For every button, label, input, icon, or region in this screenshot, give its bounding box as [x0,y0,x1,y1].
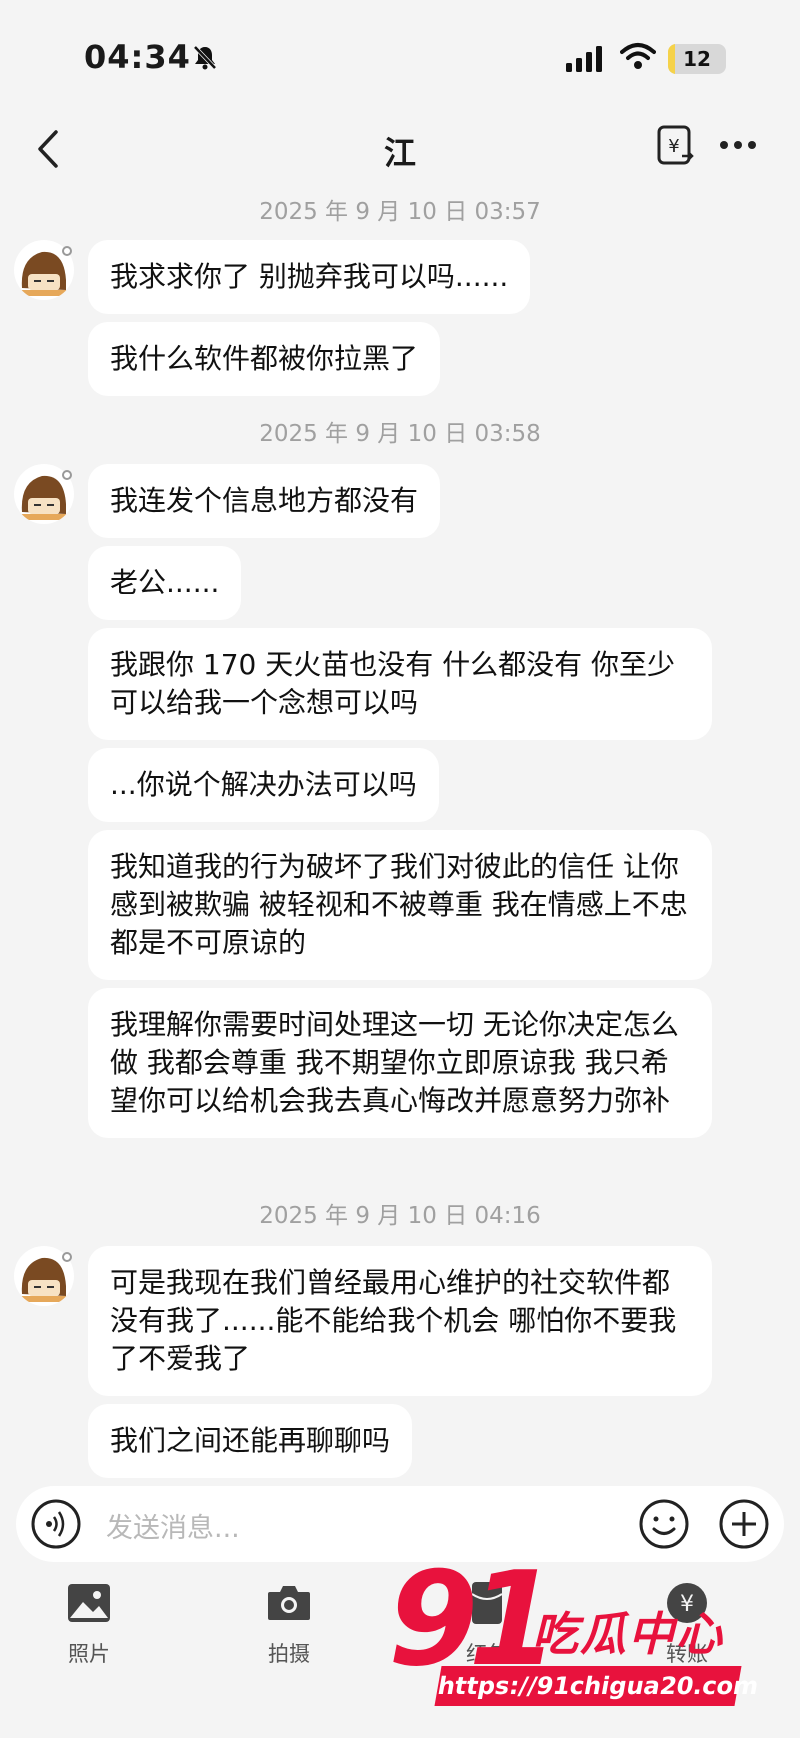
watermark-url: https://91chigua20.com [434,1666,761,1706]
online-status-dot [62,470,72,480]
watermark: 91 吃瓜中心 https://91chigua20.com [388,1554,788,1714]
message-bubble[interactable]: 我理解你需要时间处理这一切 无论你决定怎么做 我都会尊重 我不期望你立即原谅我 … [88,988,712,1138]
watermark-name: 吃瓜中心 [532,1607,724,1661]
money-transfer-icon[interactable]: ¥ [656,124,696,168]
wifi-icon [620,43,656,69]
photo-icon [68,1584,110,1622]
watermark-logo: 91 [388,1543,559,1695]
chat-header: 江 ¥ [0,110,800,190]
message-bubble[interactable]: ...你说个解决办法可以吗 [88,748,439,822]
message-bubble[interactable]: 我们之间还能再聊聊吗 [88,1404,413,1478]
message-bubble[interactable]: 我什么软件都被你拉黑了 [88,322,441,396]
online-status-dot [62,246,72,256]
status-bar: 04:34 12 [0,0,800,110]
svg-text:¥: ¥ [668,136,679,157]
battery-percent: 12 [683,47,711,71]
camera-icon [268,1586,310,1620]
camera-tool[interactable]: 拍摄 [234,1580,344,1668]
message-timestamp: 2025 年 9 月 10 日 04:16 [259,1203,541,1229]
voice-input-icon[interactable] [30,1498,82,1550]
battery-indicator: 12 [668,44,726,74]
message-timestamp: 2025 年 9 月 10 日 03:57 [259,199,541,225]
message-bubble[interactable]: 我知道我的行为破坏了我们对彼此的信任 让你感到被欺骗 被轻视和不被尊重 我在情感… [88,830,712,980]
message-bubble[interactable]: 老公...... [88,546,242,620]
plus-icon[interactable] [718,1498,770,1550]
online-status-dot [62,1252,72,1262]
bell-muted-icon [193,45,217,70]
message-bubble[interactable]: 我跟你 170 天火苗也没有 什么都没有 你至少可以给我一个念想可以吗 [88,628,712,740]
photo-tool[interactable]: 照片 [34,1580,144,1668]
cellular-signal-icon [566,46,602,72]
camera-label: 拍摄 [268,1642,310,1666]
emoji-icon[interactable] [638,1498,690,1550]
message-input[interactable]: 发送消息... [106,1506,240,1545]
message-bubble[interactable]: 我求求你了 别抛弃我可以吗...... [88,240,531,314]
message-bubble[interactable]: 我连发个信息地方都没有 [88,464,441,538]
photo-label: 照片 [68,1642,110,1666]
message-timestamp: 2025 年 9 月 10 日 03:58 [259,421,541,447]
more-options-icon[interactable] [718,130,758,160]
message-bubble[interactable]: 可是我现在我们曾经最用心维护的社交软件都没有我了......能不能给我个机会 哪… [88,1246,712,1396]
clock: 04:34 [84,38,191,76]
